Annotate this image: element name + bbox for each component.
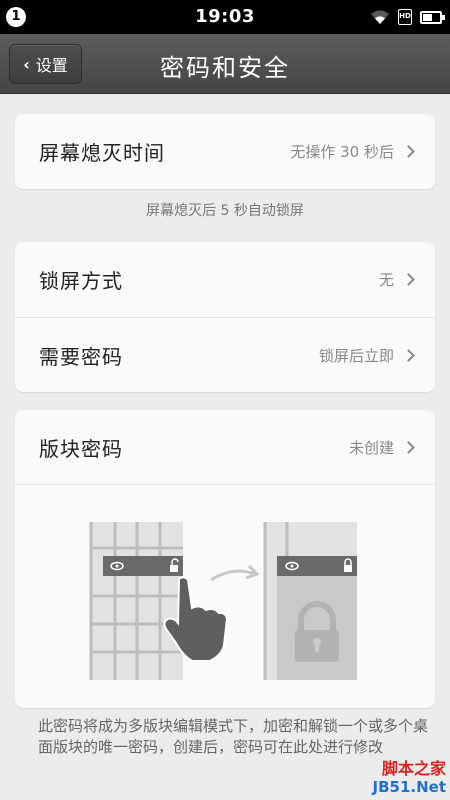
- panel-password-description: 此密码将成为多版块编辑模式下，加密和解锁一个或多个桌面版块的唯一密码，创建后，密…: [38, 717, 429, 756]
- require-password-value: 锁屏后立即: [318, 346, 394, 365]
- panel-password-card: 版块密码 未创建: [15, 410, 435, 708]
- screen-timeout-value: 无操作 30 秒后: [290, 143, 394, 161]
- panel-lock-illustration: [89, 522, 357, 680]
- chevron-right-icon: [402, 440, 415, 454]
- panel-password-label: 版块密码: [39, 436, 123, 461]
- watermark: 脚本之家 JB51.Net: [372, 759, 446, 797]
- panel-password-value: 未创建: [348, 438, 394, 457]
- battery-icon: [420, 10, 445, 24]
- unlocked-panel-image: [89, 522, 183, 680]
- chevron-right-icon: [402, 273, 415, 286]
- locked-panel-image: [263, 522, 357, 680]
- chevron-right-icon: [402, 145, 415, 158]
- panel-password-row[interactable]: 版块密码 未创建: [15, 410, 435, 485]
- watermark-line-2: JB51.Net: [372, 778, 446, 796]
- status-icons: HD: [370, 7, 445, 27]
- status-bar: 1 19:03 HD: [0, 0, 450, 34]
- watermark-line-1: 脚本之家: [381, 759, 446, 778]
- screen-timeout-row[interactable]: 屏幕熄灭时间 无操作 30 秒后: [15, 114, 435, 189]
- page-title: 密码和安全: [160, 54, 290, 82]
- require-password-row[interactable]: 需要密码 锁屏后立即: [15, 317, 435, 392]
- screen-timeout-card: 屏幕熄灭时间 无操作 30 秒后: [15, 114, 435, 189]
- lock-method-row[interactable]: 锁屏方式 无: [15, 242, 435, 317]
- screen-timeout-hint: 屏幕熄灭后 5 秒自动锁屏: [146, 203, 304, 219]
- lock-method-label: 锁屏方式: [39, 269, 123, 293]
- hd-sim-icon: HD: [398, 9, 412, 25]
- chevron-right-icon: [402, 348, 415, 362]
- screen-timeout-label: 屏幕熄灭时间: [39, 141, 165, 165]
- wifi-icon: [371, 10, 389, 24]
- require-password-label: 需要密码: [39, 344, 123, 369]
- title-bar: ‹ 设置 密码和安全: [0, 34, 450, 94]
- lock-method-value: 无: [378, 271, 394, 289]
- lock-card: 锁屏方式 无 需要密码 锁屏后立即: [15, 242, 435, 392]
